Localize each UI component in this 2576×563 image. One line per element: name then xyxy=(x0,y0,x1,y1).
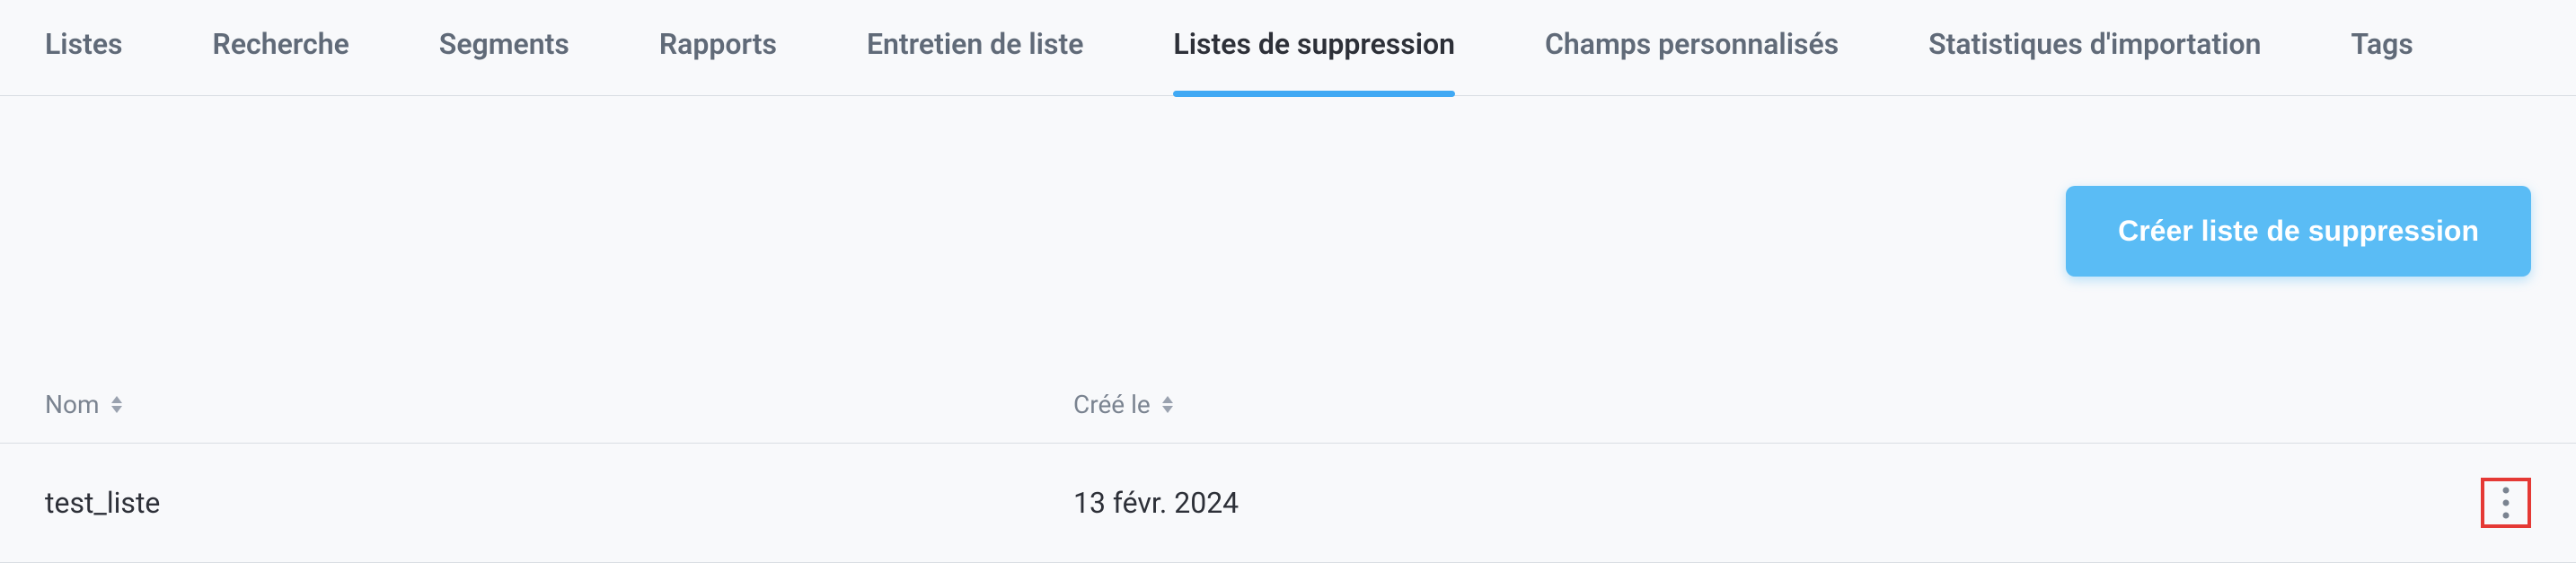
sort-icon xyxy=(1161,396,1174,413)
row-created-date: 13 févr. 2024 xyxy=(1073,486,1239,520)
tab-rapports[interactable]: Rapports xyxy=(659,0,777,95)
tab-listes-de-suppression[interactable]: Listes de suppression xyxy=(1173,0,1455,95)
more-vertical-icon xyxy=(2501,485,2510,521)
column-header-name[interactable]: Nom xyxy=(45,390,1073,419)
tab-statistiques-importation[interactable]: Statistiques d'importation xyxy=(1928,0,2261,95)
suppression-lists-table: Nom Créé le test_liste 13 févr. 2024 xyxy=(0,366,2576,563)
tab-segments[interactable]: Segments xyxy=(439,0,569,95)
sort-icon xyxy=(110,396,123,413)
tabs-navigation: Listes Recherche Segments Rapports Entre… xyxy=(0,0,2576,96)
table-header-row: Nom Créé le xyxy=(0,366,2576,444)
tab-champs-personnalises[interactable]: Champs personnalisés xyxy=(1545,0,1839,95)
create-suppression-list-button[interactable]: Créer liste de suppression xyxy=(2066,186,2531,277)
tab-recherche[interactable]: Recherche xyxy=(212,0,348,95)
tab-listes[interactable]: Listes xyxy=(45,0,122,95)
table-row: test_liste 13 févr. 2024 xyxy=(0,444,2576,563)
row-name: test_liste xyxy=(45,486,160,520)
column-header-created[interactable]: Créé le xyxy=(1073,390,2423,419)
tab-tags[interactable]: Tags xyxy=(2351,0,2413,95)
tab-entretien-de-liste[interactable]: Entretien de liste xyxy=(867,0,1083,95)
column-header-created-label: Créé le xyxy=(1073,390,1151,419)
row-more-actions-button[interactable] xyxy=(2481,478,2531,528)
action-bar: Créer liste de suppression xyxy=(0,96,2576,277)
column-header-name-label: Nom xyxy=(45,390,100,419)
